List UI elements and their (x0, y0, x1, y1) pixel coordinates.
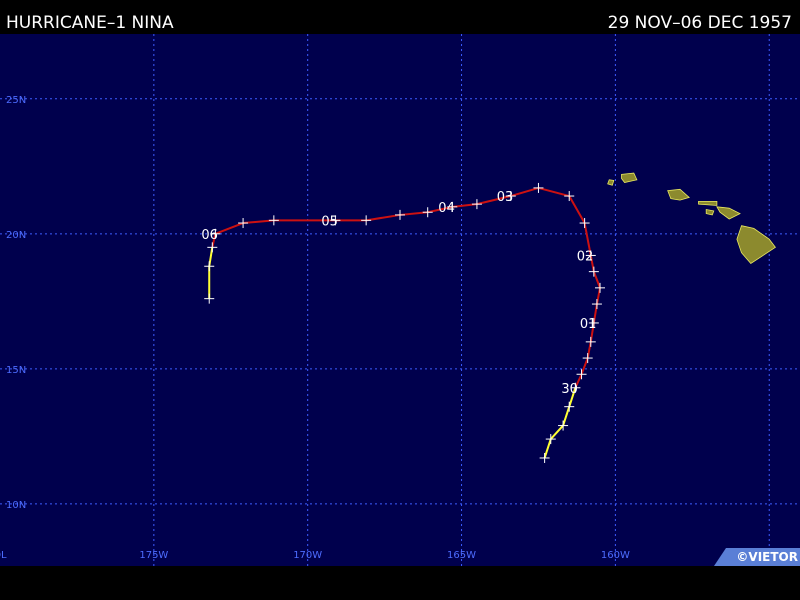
day-label: 01 (580, 317, 597, 332)
longitude-label: DL (0, 550, 7, 561)
storm-track-map: DL175W170W165W160W155W25N20N15N10N 30010… (0, 34, 800, 566)
date-range: 29 NOV–06 DEC 1957 (607, 13, 792, 33)
longitude-label: 160W (601, 550, 630, 561)
latitude-label: 20N (6, 230, 26, 241)
longitude-label: 165W (447, 550, 476, 561)
longitude-label: 175W (139, 550, 168, 561)
credit-badge: ©VIETOR (714, 548, 800, 566)
latitude-label: 10N (6, 500, 26, 511)
longitude-label: 170W (293, 550, 322, 561)
island-niihau (607, 179, 615, 186)
island-lanai (705, 209, 715, 216)
day-label: 03 (497, 190, 514, 205)
day-label: 04 (438, 201, 455, 216)
day-label: 06 (201, 228, 218, 243)
day-label: 05 (321, 214, 338, 229)
day-label: 30 (561, 382, 578, 397)
ocean-background (0, 34, 800, 566)
map-title: HURRICANE–1 NINA (6, 13, 174, 33)
latitude-label: 15N (6, 365, 26, 376)
latitude-label: 25N (6, 95, 26, 106)
day-label: 02 (577, 249, 594, 264)
